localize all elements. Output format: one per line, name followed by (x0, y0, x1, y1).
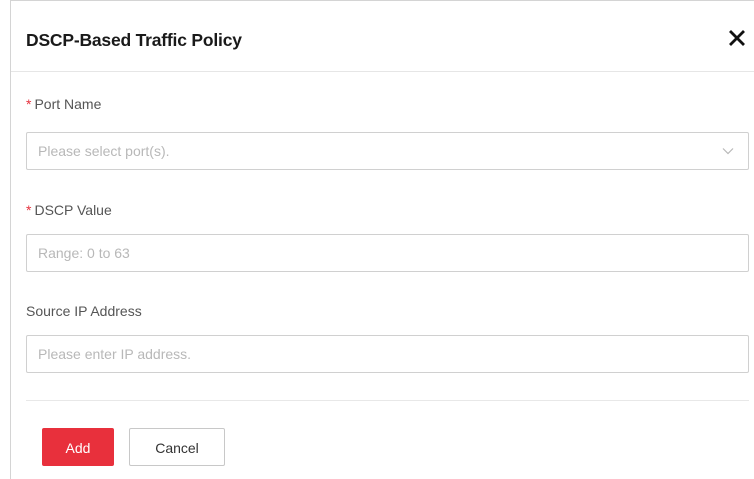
required-mark: * (26, 96, 32, 112)
cancel-button[interactable]: Cancel (129, 428, 225, 466)
source-ip-field[interactable] (26, 335, 749, 373)
port-name-placeholder: Please select port(s). (38, 143, 170, 159)
source-ip-label: Source IP Address (26, 303, 142, 319)
dscp-value-label-text: DSCP Value (34, 202, 112, 218)
dscp-value-field[interactable] (26, 234, 749, 272)
dscp-traffic-policy-dialog: DSCP-Based Traffic Policy * Port Name Ple… (10, 0, 754, 479)
close-icon-glyph (729, 30, 745, 46)
port-name-label-text: Port Name (34, 96, 102, 112)
source-ip-input[interactable] (27, 336, 748, 372)
port-name-label: * Port Name (26, 96, 101, 112)
dialog-title: DSCP-Based Traffic Policy (26, 30, 242, 50)
chevron-down-icon (722, 148, 734, 155)
dialog-header: DSCP-Based Traffic Policy (11, 1, 754, 72)
required-mark: * (26, 202, 32, 218)
dscp-value-input[interactable] (27, 235, 748, 271)
dscp-value-label: * DSCP Value (26, 202, 112, 218)
add-button[interactable]: Add (42, 428, 114, 466)
footer-divider (26, 400, 749, 401)
close-icon[interactable] (727, 28, 747, 48)
port-name-select[interactable]: Please select port(s). (26, 132, 749, 170)
